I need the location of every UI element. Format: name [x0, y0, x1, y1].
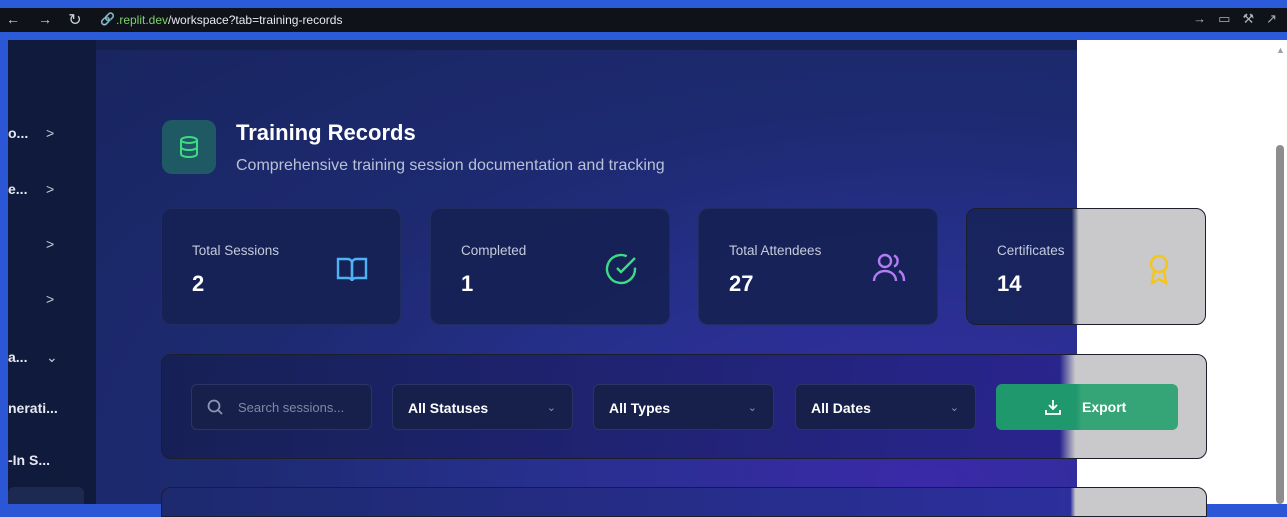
address-bar: ← → ↻ 🔗 .replit.dev/workspace?tab=traini…: [0, 8, 1287, 32]
sidebar-item-2[interactable]: e... >: [8, 174, 96, 204]
type-select[interactable]: All Types ⌄: [593, 384, 774, 430]
download-icon: [1045, 400, 1061, 415]
back-arrow-icon[interactable]: ←: [2, 11, 24, 27]
database-icon: [162, 120, 216, 174]
forward-small-icon[interactable]: →: [1193, 11, 1206, 27]
status-select[interactable]: All Statuses ⌄: [392, 384, 573, 430]
monitor-icon[interactable]: ▭: [1218, 11, 1230, 27]
scrollbar-thumb[interactable]: [1276, 145, 1284, 504]
chevron-down-icon: ⌄: [46, 348, 58, 365]
chevron-down-icon: ⌄: [747, 402, 757, 414]
sidebar-item-6[interactable]: nerati...: [8, 393, 96, 423]
wrench-icon[interactable]: ⚒: [1242, 11, 1254, 27]
reload-icon[interactable]: ↻: [64, 10, 86, 30]
stat-card-total-sessions: Total Sessions 2: [161, 208, 401, 325]
chevron-down-icon: ⌄: [949, 402, 959, 414]
users-icon: [872, 253, 906, 282]
page-subtitle: Comprehensive training session documenta…: [236, 157, 665, 174]
records-panel: [161, 487, 1207, 517]
book-icon: [336, 257, 368, 282]
chevron-down-icon: ⌄: [546, 402, 556, 414]
chevron-right-icon: >: [46, 181, 55, 197]
sidebar-item-1[interactable]: o... >: [8, 118, 96, 148]
stat-card-completed: Completed 1: [430, 208, 670, 325]
check-circle-icon: [605, 253, 637, 285]
forward-arrow-icon[interactable]: →: [34, 11, 56, 27]
url-field[interactable]: .replit.dev/workspace?tab=training-recor…: [116, 13, 342, 27]
link-icon: 🔗: [100, 12, 115, 26]
chevron-right-icon: >: [46, 291, 55, 307]
scroll-up-arrow-icon[interactable]: ▲: [1276, 45, 1285, 55]
stat-card-total-attendees: Total Attendees 27: [698, 208, 938, 325]
external-link-icon[interactable]: ↗: [1266, 11, 1277, 27]
stat-card-certificates: Certificates 14: [966, 208, 1206, 325]
sidebar-item-active[interactable]: [8, 487, 84, 504]
search-placeholder: Search sessions...: [238, 400, 345, 415]
sidebar: o... > e... > > > a... ⌄ nerati... -In S...: [8, 40, 96, 504]
search-icon: [207, 399, 223, 415]
export-button[interactable]: Export: [996, 384, 1178, 430]
sidebar-item-3[interactable]: >: [8, 229, 96, 259]
date-select[interactable]: All Dates ⌄: [795, 384, 976, 430]
sidebar-item-4[interactable]: >: [8, 284, 96, 314]
chevron-right-icon: >: [46, 125, 55, 141]
award-icon: [1149, 254, 1169, 286]
sidebar-item-5[interactable]: a... ⌄: [8, 342, 96, 372]
sidebar-item-7[interactable]: -In S...: [8, 445, 96, 475]
chevron-right-icon: >: [46, 236, 55, 252]
search-input[interactable]: Search sessions...: [191, 384, 372, 430]
page-title: Training Records: [236, 120, 416, 145]
